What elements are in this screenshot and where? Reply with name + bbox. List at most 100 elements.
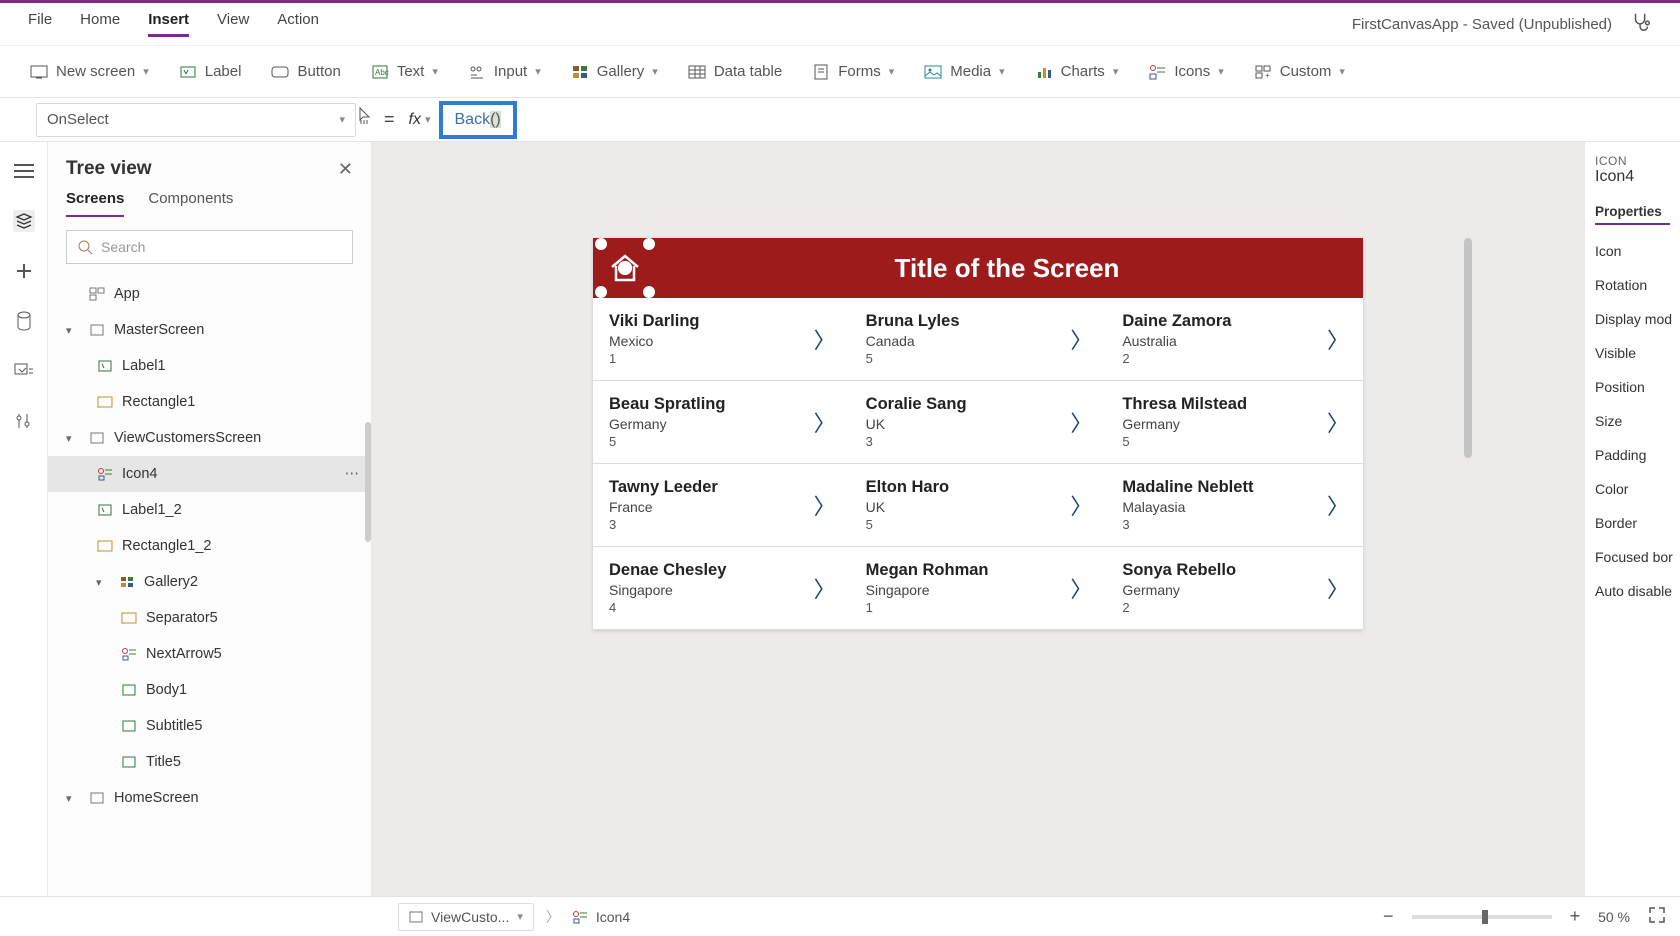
prop-row-auto-disable[interactable]: Auto disable — [1595, 583, 1670, 599]
forms-dropdown[interactable]: Forms▾ — [812, 63, 894, 81]
cell-body: 5 — [866, 517, 1091, 532]
more-icon[interactable]: ⋯ — [345, 466, 360, 482]
tree-node-gallery2[interactable]: ▾ Gallery2 — [48, 564, 371, 600]
gallery-cell[interactable]: Sonya Rebello Germany 2 〉 — [1106, 547, 1363, 630]
button-insert[interactable]: Button — [271, 63, 340, 81]
gallery-cell[interactable]: Beau Spratling Germany 5 〉 — [593, 381, 850, 464]
next-arrow-icon[interactable]: 〉 — [1070, 323, 1092, 355]
tree-node-title5[interactable]: Title5 — [48, 744, 371, 780]
gallery-cell[interactable]: Daine Zamora Australia 2 〉 — [1106, 298, 1363, 381]
zoom-out-button[interactable]: − — [1383, 906, 1394, 927]
custom-dropdown[interactable]: + Custom▾ — [1254, 63, 1345, 81]
media-dropdown[interactable]: Media▾ — [924, 63, 1004, 81]
next-arrow-icon[interactable]: 〉 — [814, 406, 836, 438]
layers-icon[interactable] — [13, 210, 35, 232]
close-icon[interactable]: ✕ — [338, 159, 353, 180]
tree-node-label1-2[interactable]: Label1_2 — [48, 492, 371, 528]
breadcrumb-item[interactable]: Icon4 — [572, 909, 630, 925]
next-arrow-icon[interactable]: 〉 — [1070, 489, 1092, 521]
tree-node-app[interactable]: App — [48, 276, 371, 312]
prop-row-rotation[interactable]: Rotation — [1595, 277, 1670, 293]
prop-row-padding[interactable]: Padding — [1595, 447, 1670, 463]
label-button[interactable]: Label — [179, 63, 242, 81]
tree-node-masterscreen[interactable]: ▾ MasterScreen — [48, 312, 371, 348]
next-arrow-icon[interactable]: 〉 — [1070, 572, 1092, 604]
next-arrow-icon[interactable]: 〉 — [814, 323, 836, 355]
new-screen-button[interactable]: New screen▾ — [30, 63, 149, 81]
tab-screens[interactable]: Screens — [66, 190, 124, 217]
gallery-cell[interactable]: Viki Darling Mexico 1 〉 — [593, 298, 850, 381]
fx-chevron-icon[interactable]: ▾ — [425, 113, 431, 126]
gallery-cell[interactable]: Megan Rohman Singapore 1 〉 — [850, 547, 1107, 630]
gallery-cell[interactable]: Tawny Leeder France 3 〉 — [593, 464, 850, 547]
tree-search-input[interactable]: Search — [66, 230, 353, 264]
prop-row-visible[interactable]: Visible — [1595, 345, 1670, 361]
gallery-cell[interactable]: Denae Chesley Singapore 4 〉 — [593, 547, 850, 630]
menu-file[interactable]: File — [28, 11, 52, 37]
cell-subtitle: Mexico — [609, 333, 834, 349]
prop-row-size[interactable]: Size — [1595, 413, 1670, 429]
menu-insert[interactable]: Insert — [148, 11, 189, 37]
next-arrow-icon[interactable]: 〉 — [1327, 323, 1349, 355]
diagnostics-icon[interactable] — [1630, 11, 1652, 37]
home-icon-selected[interactable] — [599, 242, 651, 294]
prop-row-display-mode[interactable]: Display mod — [1595, 311, 1670, 327]
formula-input[interactable]: Back() — [439, 101, 517, 139]
input-icon — [468, 63, 486, 81]
gallery-cell[interactable]: Thresa Milstead Germany 5 〉 — [1106, 381, 1363, 464]
zoom-in-button[interactable]: + — [1570, 906, 1581, 927]
input-dropdown[interactable]: Input▾ — [468, 63, 541, 81]
tree-scrollbar[interactable] — [365, 422, 371, 542]
tree-node-rectangle1-2[interactable]: Rectangle1_2 — [48, 528, 371, 564]
tree-node-rectangle1[interactable]: Rectangle1 — [48, 384, 371, 420]
menu-action[interactable]: Action — [277, 11, 319, 37]
property-selector[interactable]: OnSelect ▾ — [36, 103, 356, 137]
settings-icon[interactable] — [13, 410, 35, 432]
gallery-dropdown[interactable]: Gallery▾ — [571, 63, 658, 81]
menu-view[interactable]: View — [217, 11, 249, 37]
fx-label[interactable]: fx — [409, 111, 421, 129]
screen-preview[interactable]: Title of the Screen Viki Darling Mexico … — [593, 238, 1363, 630]
canvas-area[interactable]: Title of the Screen Viki Darling Mexico … — [372, 142, 1584, 896]
table-icon — [688, 63, 706, 81]
canvas-scrollbar[interactable] — [1464, 238, 1472, 458]
next-arrow-icon[interactable]: 〉 — [814, 572, 836, 604]
gallery-cell[interactable]: Bruna Lyles Canada 5 〉 — [850, 298, 1107, 381]
next-arrow-icon[interactable]: 〉 — [1070, 406, 1092, 438]
tree-node-subtitle5[interactable]: Subtitle5 — [48, 708, 371, 744]
text-dropdown[interactable]: Abc Text▾ — [371, 63, 438, 81]
breadcrumb-screen-select[interactable]: ViewCusto... ▾ — [398, 903, 534, 931]
gallery-cell[interactable]: Madaline Neblett Malayasia 3 〉 — [1106, 464, 1363, 547]
menu-home[interactable]: Home — [80, 11, 120, 37]
tree-node-body1[interactable]: Body1 — [48, 672, 371, 708]
charts-dropdown[interactable]: Charts▾ — [1035, 63, 1119, 81]
tree-node-nextarrow5[interactable]: NextArrow5 — [48, 636, 371, 672]
media-rail-icon[interactable] — [13, 360, 35, 382]
next-arrow-icon[interactable]: 〉 — [1327, 489, 1349, 521]
fit-screen-icon[interactable] — [1648, 906, 1666, 927]
label-node-icon — [120, 681, 138, 699]
tree-node-label1[interactable]: Label1 — [48, 348, 371, 384]
gallery-cell[interactable]: Elton Haro UK 5 〉 — [850, 464, 1107, 547]
prop-row-icon[interactable]: Icon — [1595, 243, 1670, 259]
tree-node-icon4[interactable]: Icon4 ⋯ — [48, 456, 371, 492]
tree-node-viewcustomers[interactable]: ▾ ViewCustomersScreen — [48, 420, 371, 456]
datatable-button[interactable]: Data table — [688, 63, 782, 81]
icons-dropdown[interactable]: Icons▾ — [1148, 63, 1223, 81]
properties-tab[interactable]: Properties — [1595, 204, 1670, 225]
hamburger-icon[interactable] — [13, 160, 35, 182]
plus-icon[interactable] — [13, 260, 35, 282]
next-arrow-icon[interactable]: 〉 — [1327, 572, 1349, 604]
prop-row-focused-border[interactable]: Focused bor — [1595, 549, 1670, 565]
prop-row-color[interactable]: Color — [1595, 481, 1670, 497]
tab-components[interactable]: Components — [148, 190, 233, 217]
next-arrow-icon[interactable]: 〉 — [814, 489, 836, 521]
next-arrow-icon[interactable]: 〉 — [1327, 406, 1349, 438]
gallery-cell[interactable]: Coralie Sang UK 3 〉 — [850, 381, 1107, 464]
tree-node-homescreen[interactable]: ▾ HomeScreen — [48, 780, 371, 816]
database-icon[interactable] — [13, 310, 35, 332]
prop-row-border[interactable]: Border — [1595, 515, 1670, 531]
tree-node-separator5[interactable]: Separator5 — [48, 600, 371, 636]
zoom-slider[interactable] — [1412, 915, 1552, 919]
prop-row-position[interactable]: Position — [1595, 379, 1670, 395]
